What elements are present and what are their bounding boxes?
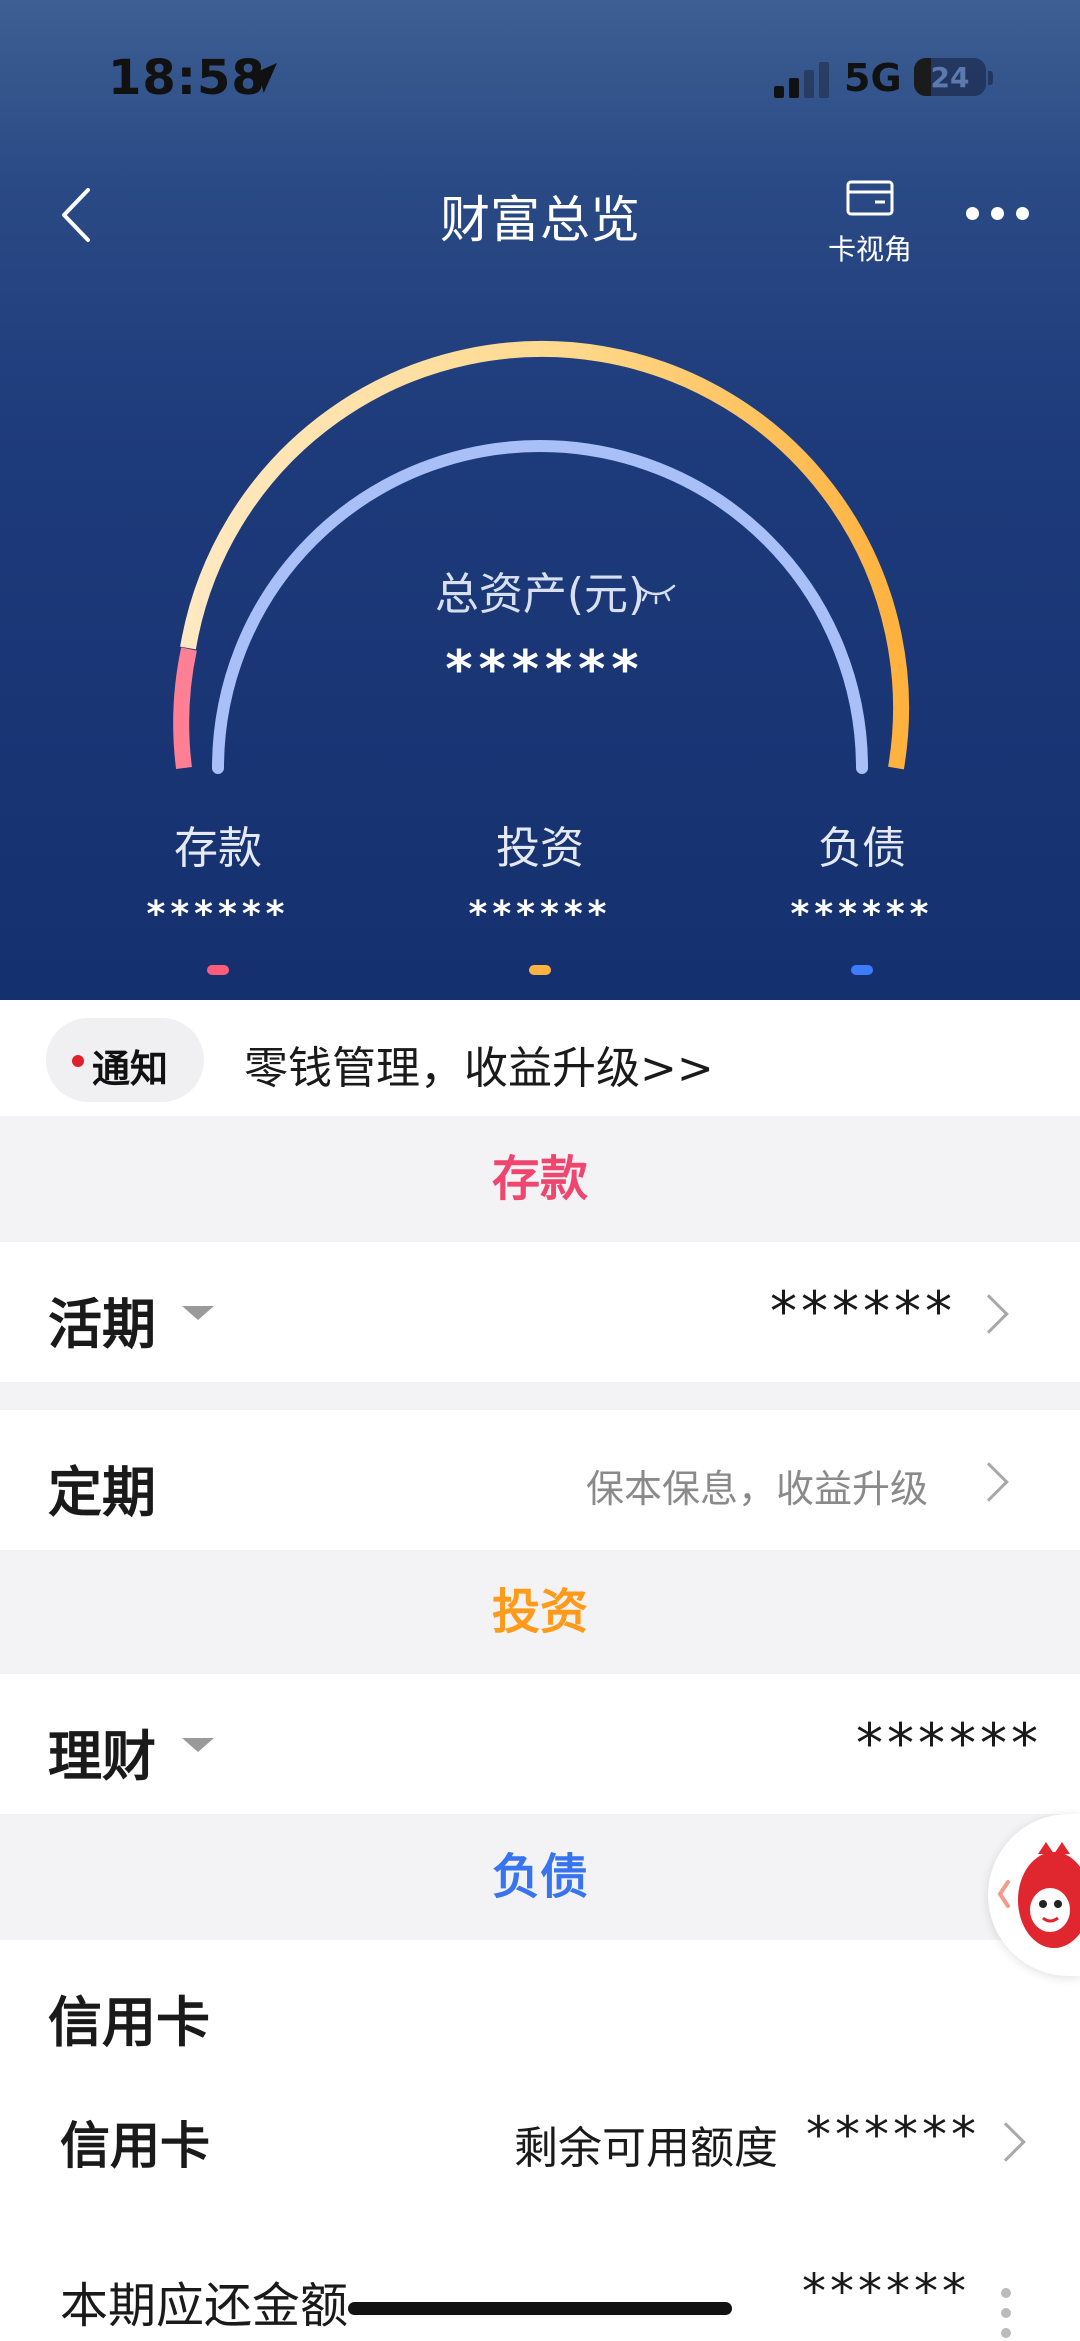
more-vertical-icon[interactable] xyxy=(998,2285,1014,2341)
current-deposit-value: ****** xyxy=(770,1280,956,1343)
battery-cap xyxy=(988,71,993,85)
section-header-investment: 投资 xyxy=(0,1550,1080,1674)
chevron-right-icon xyxy=(969,1462,1009,1502)
summary-investment[interactable]: 投资 ****** xyxy=(410,812,670,975)
summary-liability-value: ****** xyxy=(790,894,934,935)
summary-deposit-label: 存款 xyxy=(174,823,262,874)
deposit-indicator xyxy=(207,965,229,975)
asset-gauge xyxy=(173,340,910,774)
nav-bar: 财富总览 卡视角 xyxy=(0,150,1080,280)
total-assets-value: ****** xyxy=(445,640,645,700)
credit-card-title: 信用卡 xyxy=(60,2117,210,2175)
card-view-label: 卡视角 xyxy=(827,233,912,266)
row-wealth-management[interactable]: 理财 ****** xyxy=(0,1674,1080,1814)
card-view-button[interactable]: 卡视角 xyxy=(810,168,930,268)
summary-investment-label: 投资 xyxy=(496,823,584,874)
home-indicator[interactable] xyxy=(348,2302,732,2315)
total-assets-label: 总资产(元) xyxy=(434,569,646,620)
fixed-deposit-hint: 保本保息，收益升级 xyxy=(586,1467,929,1511)
row-statement-due[interactable]: 本期应还金额 ****** xyxy=(0,2256,1080,2341)
location-arrow-icon xyxy=(247,63,277,93)
more-dot-icon xyxy=(1016,207,1029,220)
summary-investment-value: ****** xyxy=(468,894,612,935)
section-header-liability: 负债 xyxy=(0,1814,1080,1940)
row-credit-card[interactable]: 信用卡 剩余可用额度 ****** xyxy=(0,2088,1080,2198)
status-bar: 18:58 5G 24 xyxy=(0,0,1080,150)
notice-badge-label: 通知 xyxy=(92,1047,169,1091)
summary-deposit[interactable]: 存款 ****** xyxy=(88,812,348,975)
wealth-management-title: 理财 xyxy=(48,1725,156,1788)
statement-due-title: 本期应还金额 xyxy=(60,2278,349,2334)
more-options-button[interactable] xyxy=(966,205,1030,225)
credit-card-group-title: 信用卡 xyxy=(48,1991,210,2054)
notice-badge: 通知 xyxy=(46,1018,204,1102)
more-dot-icon xyxy=(991,207,1004,220)
card-icon xyxy=(846,180,894,216)
eye-closed-icon[interactable] xyxy=(634,580,678,606)
fixed-deposit-title: 定期 xyxy=(48,1461,156,1524)
battery-level: 24 xyxy=(930,61,970,94)
caret-down-icon[interactable] xyxy=(182,1306,214,1320)
liability-indicator xyxy=(851,965,873,975)
wealth-hero: 18:58 5G 24 财富总览 卡视角 总资产(元) ****** 存款 **… xyxy=(0,0,1080,1000)
row-fixed-deposit[interactable]: 定期 保本保息，收益升级 xyxy=(0,1410,1080,1550)
row-current-deposit[interactable]: 活期 ****** xyxy=(0,1242,1080,1382)
notice-text[interactable]: 零钱管理，收益升级>> xyxy=(244,1032,714,1096)
statement-due-value: ****** xyxy=(802,2264,970,2320)
available-credit-value: ****** xyxy=(806,2106,980,2164)
summary-liability-label: 负债 xyxy=(818,823,906,874)
battery-icon: 24 xyxy=(914,58,986,96)
chevron-right-icon xyxy=(969,1294,1009,1334)
section-header-deposit: 存款 xyxy=(0,1116,1080,1242)
summary-deposit-value: ****** xyxy=(146,894,290,935)
available-credit-label: 剩余可用额度 xyxy=(514,2123,778,2174)
credit-card-group: 信用卡 信用卡 剩余可用额度 ****** 本期应还金额 ****** xyxy=(0,1940,1080,2341)
more-dot-icon xyxy=(966,207,979,220)
investment-indicator xyxy=(529,965,551,975)
caret-down-icon[interactable] xyxy=(182,1738,214,1752)
network-type: 5G xyxy=(844,56,902,100)
summary-liability[interactable]: 负债 ****** xyxy=(732,812,992,975)
cellular-signal-icon xyxy=(774,60,830,98)
notice-dot-icon xyxy=(72,1055,84,1067)
wealth-management-value: ****** xyxy=(856,1712,1042,1775)
notice-bar[interactable]: 通知 零钱管理，收益升级>> xyxy=(0,1000,1080,1116)
current-deposit-title: 活期 xyxy=(48,1293,156,1356)
chevron-right-icon xyxy=(986,2122,1026,2162)
